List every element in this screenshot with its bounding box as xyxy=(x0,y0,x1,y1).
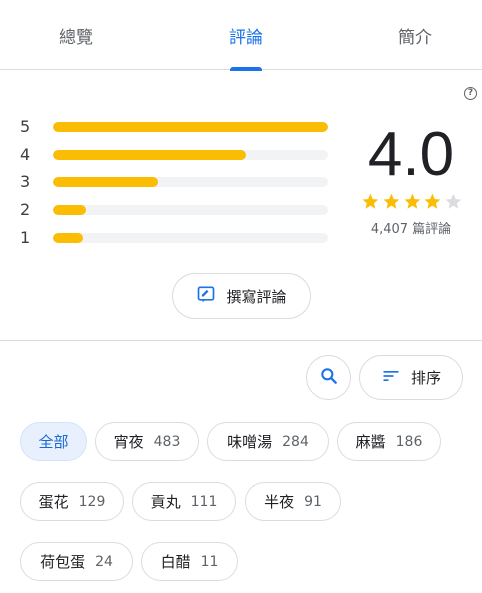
chip-topic[interactable]: 麻醬 186 xyxy=(337,422,441,461)
rating-bar-label: 1 xyxy=(20,228,31,247)
tab-overview-label: 總覽 xyxy=(59,27,93,48)
star-filled-icon xyxy=(404,193,420,209)
chip-label: 貢丸 xyxy=(150,493,181,511)
sort-label: 排序 xyxy=(410,369,441,387)
write-review-button[interactable]: 撰寫評論 xyxy=(172,273,311,319)
tab-overview[interactable]: 總覽 xyxy=(30,0,122,70)
chip-label: 味噌湯 xyxy=(227,433,273,451)
chip-label: 全部 xyxy=(38,433,69,451)
chip-count: 91 xyxy=(304,493,322,510)
rating-bar-fill xyxy=(53,122,328,132)
rating-bar-fill xyxy=(53,233,84,243)
rating-bar-fill xyxy=(53,205,86,215)
chip-topic[interactable]: 貢丸 111 xyxy=(132,482,236,521)
chip-topic[interactable]: 宵夜 483 xyxy=(95,422,199,461)
tab-about-label: 簡介 xyxy=(398,27,432,48)
chip-topic[interactable]: 半夜 91 xyxy=(245,482,341,521)
rating-bar-3: 3 xyxy=(20,172,330,192)
chip-count: 24 xyxy=(95,553,113,570)
rating-bar-track xyxy=(53,205,328,215)
chip-label: 荷包蛋 xyxy=(40,553,86,571)
rating-bar-4: 4 xyxy=(20,145,330,165)
rating-bar-track xyxy=(53,122,328,132)
chip-count: 11 xyxy=(200,553,219,570)
rating-bar-1: 1 xyxy=(20,228,330,248)
section-divider xyxy=(0,340,482,341)
chip-count: 129 xyxy=(78,493,106,510)
rating-bar-fill xyxy=(53,177,158,187)
average-rating: 4.0 xyxy=(367,120,455,189)
rating-bar-label: 2 xyxy=(20,200,31,219)
chip-label: 半夜 xyxy=(264,493,295,511)
tab-bar: 總覽 評論 簡介 xyxy=(0,0,482,71)
star-rating xyxy=(360,192,464,216)
star-filled-icon xyxy=(424,193,441,209)
rating-bar-label: 5 xyxy=(20,117,31,136)
chip-label: 宵夜 xyxy=(113,433,144,451)
rating-bar-label: 4 xyxy=(20,145,31,164)
chip-label: 白醋 xyxy=(160,553,191,571)
rating-bar-track xyxy=(53,177,328,187)
chip-count: 284 xyxy=(282,433,309,450)
star-filled-icon xyxy=(362,193,379,209)
tab-about[interactable]: 簡介 xyxy=(369,0,461,70)
rating-bar-2: 2 xyxy=(20,200,330,220)
tab-reviews-label: 評論 xyxy=(229,27,263,48)
help-icon[interactable]: ? xyxy=(464,87,477,100)
tab-reviews[interactable]: 評論 xyxy=(200,0,292,71)
review-count[interactable]: 4,407 篇評論 xyxy=(345,218,477,237)
chip-topic[interactable]: 蛋花 129 xyxy=(20,482,124,521)
rating-bar-fill xyxy=(53,150,246,160)
sort-button[interactable]: 排序 xyxy=(359,355,463,400)
chip-topic[interactable]: 白醋 11 xyxy=(141,542,238,581)
search-reviews-button[interactable] xyxy=(306,355,351,400)
rating-bar-5: 5 xyxy=(20,117,330,137)
chip-count: 111 xyxy=(190,493,218,510)
rating-bar-track xyxy=(53,233,328,243)
sort-icon xyxy=(381,366,401,390)
chip-count: 483 xyxy=(153,433,181,450)
star-empty-icon xyxy=(445,193,462,209)
chip-all[interactable]: 全部 xyxy=(20,422,87,461)
chip-count: 186 xyxy=(395,433,423,450)
rating-bar-label: 3 xyxy=(20,172,31,191)
chip-label: 麻醬 xyxy=(355,433,386,451)
star-filled-icon xyxy=(383,193,400,209)
chip-topic[interactable]: 荷包蛋 24 xyxy=(20,542,133,581)
active-tab-indicator xyxy=(230,67,262,71)
write-review-icon xyxy=(196,284,216,308)
chip-label: 蛋花 xyxy=(38,493,69,511)
rating-bar-track xyxy=(53,150,328,160)
write-review-label: 撰寫評論 xyxy=(226,287,287,306)
chip-topic[interactable]: 味噌湯 284 xyxy=(207,422,329,461)
search-icon xyxy=(319,366,339,390)
